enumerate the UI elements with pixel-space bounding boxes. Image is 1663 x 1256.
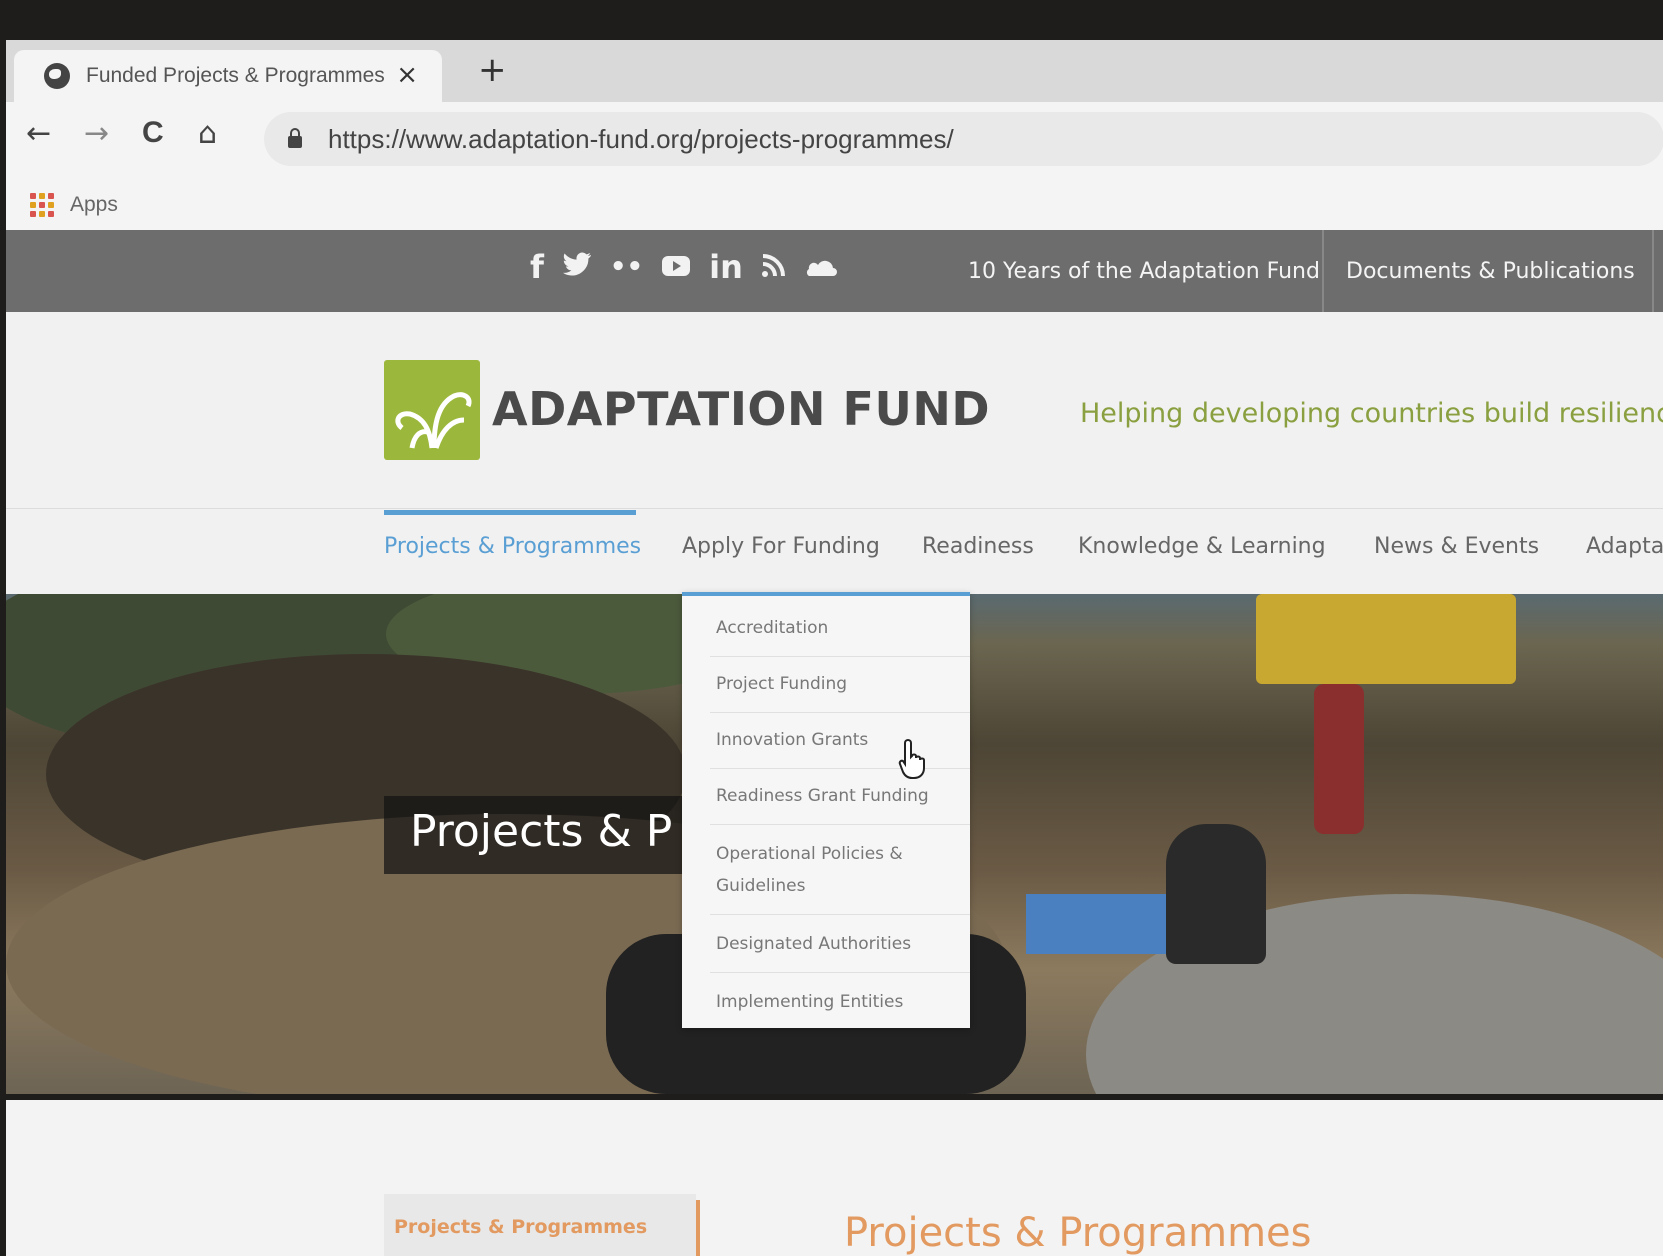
reload-icon[interactable]: C [142, 116, 164, 150]
hand-cursor-icon [898, 738, 925, 779]
forward-arrow-icon[interactable]: → [84, 116, 109, 151]
site-header: ADAPTATION FUND Helping developing count… [6, 312, 1663, 594]
lock-icon [288, 128, 302, 148]
nav-knowledge-learning[interactable]: Knowledge & Learning [1078, 534, 1326, 559]
linkedin-icon[interactable]: in [709, 248, 743, 286]
hero-excavator [1256, 594, 1516, 684]
dropdown-divider [710, 656, 970, 657]
nav-apply-for-funding[interactable]: Apply For Funding [682, 534, 880, 559]
hero-worker [1314, 684, 1364, 834]
globe-icon [44, 63, 70, 89]
dropdown-item-implementing-entities[interactable]: Implementing Entities [682, 986, 970, 1018]
browser-toolbar: ← → C ⌂ https://www.adaptation-fund.org/… [6, 102, 1663, 180]
side-menu-divider [696, 1200, 700, 1256]
new-tab-button[interactable]: + [478, 50, 507, 90]
dropdown-divider [710, 972, 970, 973]
logo-text: ADAPTATION FUND [492, 382, 991, 436]
site-top-bar: f •• in 10 Years of the Adaptation Fund … [6, 230, 1663, 312]
dropdown-item-label: Operational Policies & [716, 844, 903, 864]
youtube-icon[interactable] [661, 248, 691, 286]
social-icons: f •• in [530, 248, 837, 286]
top-link-10-years[interactable]: 10 Years of the Adaptation Fund [968, 230, 1320, 312]
flickr-icon[interactable]: •• [610, 252, 643, 282]
top-link-divider [1652, 230, 1654, 312]
site-tagline: Helping developing countries build resil… [1080, 398, 1663, 429]
hero-title: Projects & P [410, 806, 673, 857]
close-tab-icon[interactable]: × [396, 60, 418, 90]
dropdown-item-designated-authorities[interactable]: Designated Authorities [682, 928, 970, 960]
bookmark-apps[interactable]: Apps [70, 193, 118, 217]
top-link-divider [1322, 230, 1324, 312]
hero-worker [1166, 824, 1266, 964]
bookmarks-bar: Apps [6, 180, 1663, 230]
dropdown-item-accreditation[interactable]: Accreditation [682, 612, 970, 644]
top-link-documents[interactable]: Documents & Publications [1346, 230, 1635, 312]
dropdown-divider [710, 712, 970, 713]
nav-projects-programmes[interactable]: Projects & Programmes [384, 534, 641, 559]
dropdown-item-readiness-grant-funding[interactable]: Readiness Grant Funding [682, 780, 970, 812]
soundcloud-icon[interactable] [805, 248, 837, 286]
nav-readiness[interactable]: Readiness [922, 534, 1034, 559]
url-text: https://www.adaptation-fund.org/projects… [328, 123, 954, 154]
address-bar[interactable]: https://www.adaptation-fund.org/projects… [264, 112, 1663, 166]
page-heading: Projects & Programmes [844, 1210, 1312, 1256]
home-icon[interactable]: ⌂ [198, 116, 217, 151]
apply-for-funding-dropdown: Accreditation Project Funding Innovation… [682, 592, 970, 1028]
facebook-icon[interactable]: f [530, 248, 544, 286]
nav-adaptation[interactable]: Adapta [1586, 534, 1663, 559]
tab-title: Funded Projects & Programmes [86, 64, 385, 87]
dropdown-item-operational-policies[interactable]: Operational Policies & Guidelines [682, 838, 970, 902]
browser-tab-strip: Funded Projects & Programmes × [6, 40, 1663, 102]
back-arrow-icon[interactable]: ← [26, 116, 51, 151]
dropdown-divider [710, 914, 970, 915]
header-divider [6, 508, 1663, 509]
twitter-icon[interactable] [562, 248, 592, 286]
active-nav-indicator [384, 510, 636, 515]
dropdown-item-label: Guidelines [716, 876, 806, 896]
browser-tab[interactable]: Funded Projects & Programmes × [14, 50, 442, 102]
dropdown-item-project-funding[interactable]: Project Funding [682, 668, 970, 700]
adaptation-fund-logo-icon[interactable] [384, 360, 480, 460]
page-content [6, 1100, 1663, 1256]
apps-grid-icon[interactable] [30, 193, 54, 217]
monitor-bezel [0, 0, 1663, 40]
dropdown-divider [710, 824, 970, 825]
rss-icon[interactable] [761, 248, 787, 286]
nav-news-events[interactable]: News & Events [1374, 534, 1539, 559]
side-menu-label[interactable]: Projects & Programmes [394, 1216, 647, 1238]
